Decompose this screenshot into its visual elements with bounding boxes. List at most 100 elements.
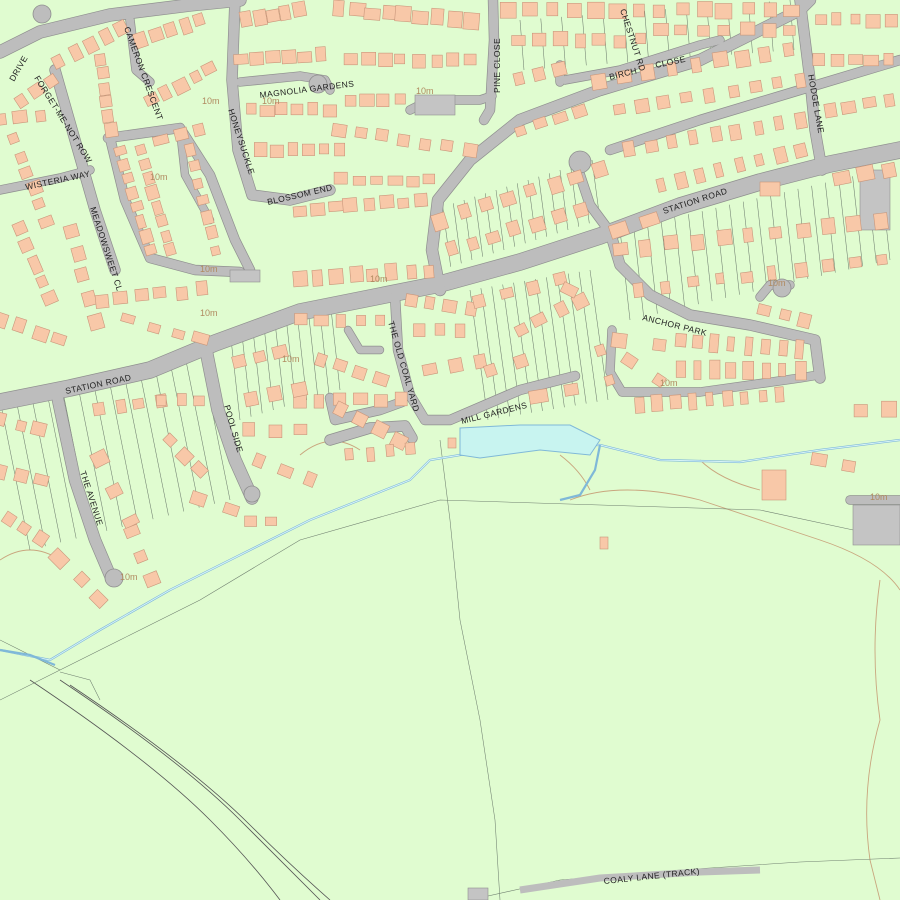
road-segment (344, 326, 384, 354)
building (505, 219, 522, 238)
building (675, 360, 687, 378)
contour-label: 10m (660, 378, 678, 388)
building (525, 279, 541, 297)
map-svg: 10m 10m10m10m10m10m10m10m10m10m10m10m STA… (0, 0, 900, 900)
building (144, 183, 161, 202)
building (193, 395, 205, 407)
building (883, 52, 894, 66)
building (794, 261, 809, 279)
building (709, 125, 724, 143)
building (16, 520, 32, 537)
building (758, 389, 768, 403)
contour-label: 10m (200, 264, 218, 274)
building (693, 360, 702, 380)
building (0, 462, 8, 481)
contour-label: 10m (282, 354, 300, 364)
building (191, 177, 204, 190)
building (674, 24, 687, 36)
building (160, 229, 173, 244)
building (351, 364, 368, 382)
building (344, 95, 357, 107)
map-canvas[interactable]: 10m 10m 10m 10m 10m 10m 10m 10m 10m 10m 10m 10m STA… (0, 0, 900, 900)
building (855, 163, 876, 183)
contour-label: 10m (150, 172, 168, 182)
building (650, 393, 664, 412)
building (782, 4, 800, 17)
street-label-wisteria-way: WISTERIA WAY (24, 168, 91, 192)
building (309, 202, 326, 217)
building (142, 570, 162, 589)
building (334, 142, 345, 157)
building (783, 25, 796, 36)
building (691, 334, 704, 349)
building (276, 463, 295, 480)
building (413, 192, 429, 208)
building (291, 0, 308, 18)
building (359, 93, 375, 107)
building (103, 121, 119, 139)
building (795, 360, 807, 381)
building (733, 49, 752, 69)
building (301, 143, 315, 156)
building (880, 161, 898, 179)
building (13, 467, 30, 484)
mill-pond (459, 424, 601, 459)
building (80, 289, 98, 308)
building (313, 314, 329, 327)
yard-area (414, 94, 456, 116)
building (705, 391, 714, 407)
building (374, 128, 390, 142)
building (370, 175, 383, 185)
building (70, 245, 87, 263)
building (884, 14, 898, 28)
building (862, 96, 877, 109)
building (134, 143, 148, 157)
contour-line (569, 489, 900, 591)
building (315, 46, 327, 62)
building (621, 140, 636, 158)
building (191, 122, 206, 138)
building (848, 256, 863, 269)
building (687, 129, 699, 146)
building (575, 33, 586, 49)
building (693, 167, 707, 185)
building (97, 27, 115, 47)
building (244, 515, 257, 527)
building (528, 215, 547, 234)
building (865, 14, 881, 29)
building (439, 139, 454, 152)
building (191, 12, 206, 28)
building (748, 79, 763, 94)
building (31, 197, 46, 211)
building (133, 549, 149, 565)
building (620, 351, 639, 370)
building (397, 197, 410, 209)
building (853, 404, 868, 418)
building (327, 200, 345, 213)
building (292, 205, 308, 218)
building (47, 547, 71, 571)
building (287, 142, 298, 156)
building (0, 410, 8, 427)
building (333, 171, 348, 185)
building (146, 321, 162, 335)
building (385, 443, 395, 457)
street-label-coaly-lane: COALY LANE (TRACK) (603, 866, 700, 886)
building (547, 175, 565, 196)
building (50, 331, 68, 347)
building (94, 294, 110, 309)
building (138, 157, 152, 172)
building (463, 53, 477, 66)
building (162, 21, 179, 39)
street-label-drive: DRIVE (7, 54, 30, 83)
building (512, 353, 530, 370)
contour-label: 10m (120, 572, 138, 582)
building (528, 388, 549, 405)
building (92, 401, 106, 417)
railway-layer (29, 679, 331, 900)
building (831, 12, 842, 26)
building (332, 357, 349, 373)
building (812, 53, 825, 66)
plot-boundary (715, 207, 727, 298)
building (742, 2, 756, 15)
